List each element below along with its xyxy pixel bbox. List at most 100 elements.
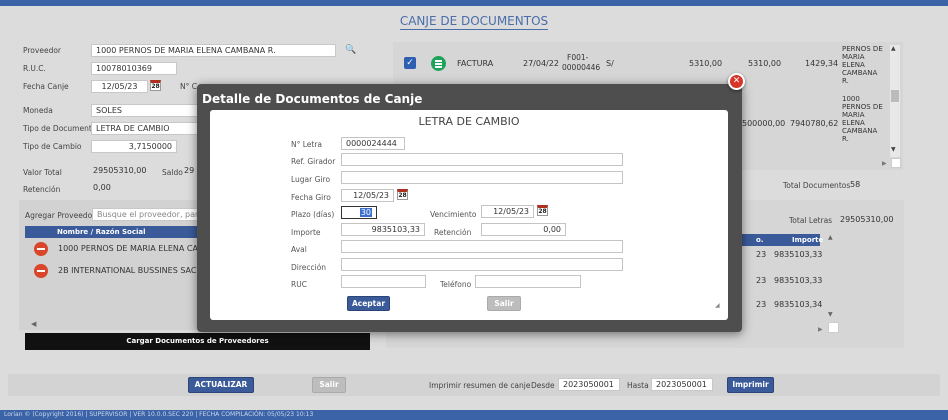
- ref-girador-label: Ref. Girador: [291, 157, 336, 166]
- status-footer: Lorian © (Copyright 2016) | SUPERVISOR |…: [0, 410, 948, 420]
- calendar-icon[interactable]: 28: [537, 205, 548, 216]
- top-bar: [0, 0, 948, 6]
- proveedor-label: Proveedor: [23, 46, 61, 55]
- remove-icon[interactable]: [34, 242, 48, 256]
- importe-input[interactable]: 9835103,33: [341, 223, 425, 236]
- list-icon[interactable]: [431, 56, 446, 71]
- valor-total-value: 29505310,00: [93, 166, 147, 175]
- doc-moneda: S/: [606, 59, 614, 68]
- fecha-canje-label: Fecha Canje: [23, 82, 69, 91]
- scroll-down-arrow[interactable]: ▼: [828, 311, 833, 318]
- moneda-select[interactable]: SOLES: [91, 104, 199, 117]
- modal-subtitle: LETRA DE CAMBIO: [418, 115, 520, 128]
- scroll-left-arrow[interactable]: ◀: [31, 320, 36, 328]
- retencion-value: 0,00: [93, 183, 111, 192]
- plazo-input[interactable]: 30: [341, 206, 377, 219]
- scroll-right-arrow[interactable]: ▶: [882, 160, 887, 167]
- table-row[interactable]: 23 9835103,33: [742, 248, 822, 263]
- ref-girador-input[interactable]: [341, 153, 623, 166]
- provider-name: 1000 PERNOS DE MARIA ELENA CAMI: [58, 244, 208, 253]
- modal-salir-button[interactable]: Salir: [487, 296, 521, 311]
- tipo-cambio-input[interactable]: 3,7150000: [91, 140, 177, 153]
- doc-saldo: 5310,00: [748, 59, 782, 68]
- telefono-input[interactable]: [475, 275, 581, 288]
- page-title: CANJE DE DOCUMENTOS: [399, 14, 549, 30]
- nro-letra-label: N° Letra: [291, 140, 323, 149]
- desde-label: Desde: [531, 381, 555, 390]
- resize-handle-icon[interactable]: ◢: [715, 302, 720, 309]
- remove-icon[interactable]: [34, 264, 48, 278]
- retencion-label: Retención: [23, 185, 61, 194]
- load-documents-button[interactable]: Cargar Documentos de Proveedores: [25, 333, 370, 350]
- doc-fecha: 27/04/22: [523, 59, 559, 68]
- provider-search-input[interactable]: Busque el proveedor, para: [92, 208, 200, 221]
- fecha-canje-input[interactable]: 12/05/23: [91, 80, 148, 93]
- table-row[interactable]: 23 9835103,34: [742, 298, 822, 313]
- ruc-modal-input[interactable]: [341, 275, 426, 288]
- table-row[interactable]: 23 9835103,33: [742, 274, 822, 289]
- aval-label: Aval: [291, 245, 307, 254]
- total-letras-value: 29505310,00: [840, 215, 894, 224]
- lugar-giro-input[interactable]: [341, 171, 623, 184]
- document-checkbox[interactable]: ✓: [404, 57, 416, 69]
- letra-importe: 9835103,33: [774, 276, 823, 285]
- fecha-giro-label: Fecha Giro: [291, 193, 331, 202]
- hasta-input[interactable]: 2023050001: [651, 378, 713, 391]
- providers-column-header: Nombre / Razón Social: [25, 226, 197, 238]
- direccion-label: Dirección: [291, 263, 327, 272]
- doc-numero: 00000446: [562, 63, 601, 72]
- saldo-label: Saldo: [162, 168, 183, 177]
- doc-total: 5310,00: [689, 59, 723, 68]
- doc-tipo: FACTURA: [457, 59, 494, 68]
- desde-input[interactable]: 2023050001: [558, 378, 620, 391]
- scroll-up-arrow[interactable]: ▲: [891, 45, 896, 52]
- valor-total-label: Valor Total: [23, 168, 62, 177]
- letras-header: o. Importe: [742, 234, 824, 246]
- tipo-documento-select[interactable]: LETRA DE CAMBIO: [91, 122, 199, 135]
- telefono-label: Teléfono: [440, 280, 472, 289]
- aval-input[interactable]: [341, 240, 623, 253]
- scroll-corner: [828, 322, 839, 333]
- ruc-modal-label: RUC: [291, 280, 307, 289]
- retencion-input[interactable]: 0,00: [481, 223, 566, 236]
- salir-button[interactable]: Salir: [312, 377, 346, 393]
- scroll-up-arrow[interactable]: ▲: [828, 234, 833, 241]
- fecha-giro-input[interactable]: 12/05/23: [341, 189, 394, 202]
- close-icon[interactable]: ✕: [728, 73, 745, 90]
- ruc-label: R.U.C.: [23, 64, 46, 73]
- doc-proveedor: PERNOS DE MARIA ELENA CAMBANA R.: [842, 45, 883, 85]
- moneda-label: Moneda: [23, 106, 53, 115]
- hasta-label: Hasta: [627, 381, 649, 390]
- letras-col-no: o.: [756, 236, 764, 244]
- nro-letra-input[interactable]: 0000024444: [341, 137, 405, 150]
- ruc-input[interactable]: 10078010369: [91, 62, 177, 75]
- tipo-cambio-label: Tipo de Cambio: [23, 142, 82, 151]
- saldo-value: 29: [184, 166, 195, 175]
- total-documentos-label: Total Documentos: [783, 181, 851, 190]
- imprimir-button[interactable]: Imprimir: [727, 377, 774, 393]
- provider-name: 2B INTERNATIONAL BUSSINES SAC: [58, 266, 197, 275]
- proveedor-input[interactable]: 1000 PERNOS DE MARIA ELENA CAMBANA R.: [91, 44, 336, 57]
- vencimiento-input[interactable]: 12/05/23: [481, 205, 534, 218]
- scroll-down-arrow[interactable]: ▼: [891, 146, 896, 153]
- letra-importe: 9835103,34: [774, 300, 823, 309]
- letras-col-importe: Importe: [792, 236, 824, 244]
- list-item[interactable]: 2B INTERNATIONAL BUSSINES SAC: [25, 262, 197, 281]
- doc-total-2: 500000,00: [742, 119, 786, 128]
- actualizar-button[interactable]: ACTUALIZAR: [188, 377, 254, 393]
- calendar-icon[interactable]: 28: [150, 80, 161, 91]
- modal-title: Detalle de Documentos de Canje: [202, 92, 423, 106]
- total-documentos-value: 58: [850, 180, 861, 189]
- list-item[interactable]: 1000 PERNOS DE MARIA ELENA CAMI: [25, 240, 207, 259]
- agregar-proveedor-label: Agregar Proveedor: [25, 211, 96, 220]
- letra-importe: 9835103,33: [774, 250, 823, 259]
- letra-no: 23: [756, 276, 767, 285]
- scroll-right-arrow[interactable]: ▶: [818, 326, 823, 333]
- aceptar-button[interactable]: Aceptar: [347, 296, 390, 311]
- plazo-label: Plazo (días): [291, 210, 335, 219]
- scroll-thumb[interactable]: [891, 90, 899, 102]
- calendar-icon[interactable]: 28: [397, 189, 408, 200]
- direccion-input[interactable]: [341, 258, 623, 271]
- search-icon[interactable]: 🔍: [345, 45, 356, 55]
- total-letras-label: Total Letras: [789, 216, 833, 225]
